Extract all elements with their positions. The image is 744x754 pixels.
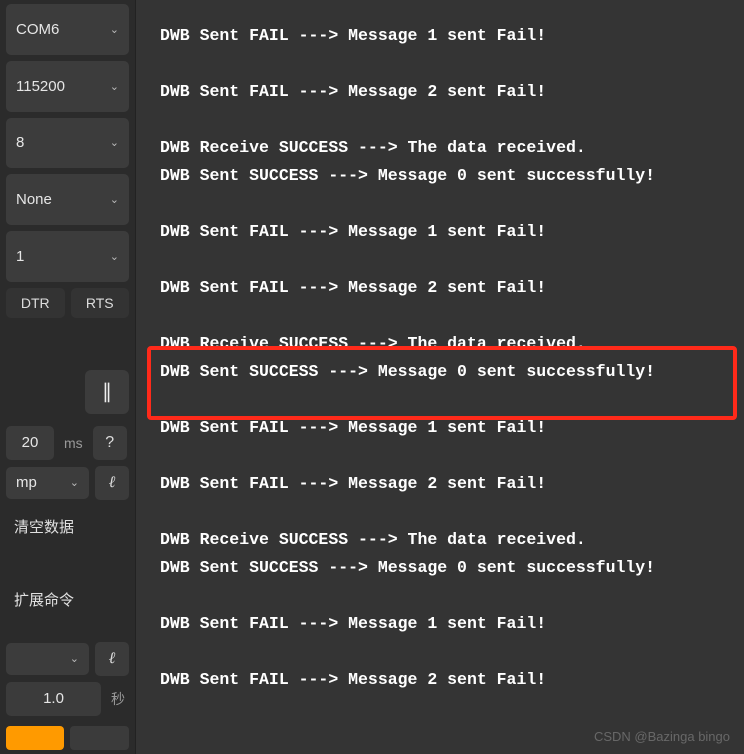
pause-icon: ∥ [102, 379, 112, 404]
log-output: DWB Sent FAIL ---> Message 1 sent Fail! … [136, 0, 744, 754]
parity-value: None [16, 191, 52, 208]
parity-select[interactable]: None ⌄ [6, 174, 129, 225]
dtr-button[interactable]: DTR [6, 288, 65, 318]
pause-button[interactable]: ∥ [85, 370, 129, 414]
encoding-select[interactable]: mp ⌄ [6, 467, 89, 499]
mode-select[interactable]: ⌄ [6, 643, 89, 675]
interval-unit: ms [60, 435, 87, 451]
color-extra[interactable] [70, 726, 129, 750]
baud-select[interactable]: 115200 ⌄ [6, 61, 129, 112]
encoding-value: mp [16, 474, 37, 491]
script-button-2[interactable]: ℓ [95, 642, 129, 676]
interval-input[interactable]: 20 [6, 426, 54, 460]
chevron-down-icon: ⌄ [110, 136, 119, 149]
sidebar: COM6 ⌄ 115200 ⌄ 8 ⌄ None ⌄ 1 ⌄ DTR RTS ∥… [0, 0, 136, 754]
script-button[interactable]: ℓ [95, 466, 129, 500]
chevron-down-icon: ⌄ [70, 476, 79, 489]
help-button[interactable]: ? [93, 426, 127, 460]
clear-data-button[interactable]: 清空数据 [6, 506, 129, 547]
stopbits-value: 1 [16, 248, 24, 265]
port-value: COM6 [16, 21, 59, 38]
chevron-down-icon: ⌄ [110, 193, 119, 206]
period-input[interactable]: 1.0 [6, 682, 101, 716]
color-swatch[interactable] [6, 726, 64, 750]
rts-button[interactable]: RTS [71, 288, 130, 318]
period-unit: 秒 [107, 689, 129, 709]
chevron-down-icon: ⌄ [110, 23, 119, 36]
databits-select[interactable]: 8 ⌄ [6, 118, 129, 169]
ext-cmd-button[interactable]: 扩展命令 [6, 579, 129, 620]
stopbits-select[interactable]: 1 ⌄ [6, 231, 129, 282]
chevron-down-icon: ⌄ [70, 652, 79, 665]
databits-value: 8 [16, 134, 24, 151]
chevron-down-icon: ⌄ [110, 250, 119, 263]
baud-value: 115200 [16, 78, 65, 95]
watermark: CSDN @Bazinga bingo [594, 729, 730, 744]
port-select[interactable]: COM6 ⌄ [6, 4, 129, 55]
chevron-down-icon: ⌄ [110, 80, 119, 93]
